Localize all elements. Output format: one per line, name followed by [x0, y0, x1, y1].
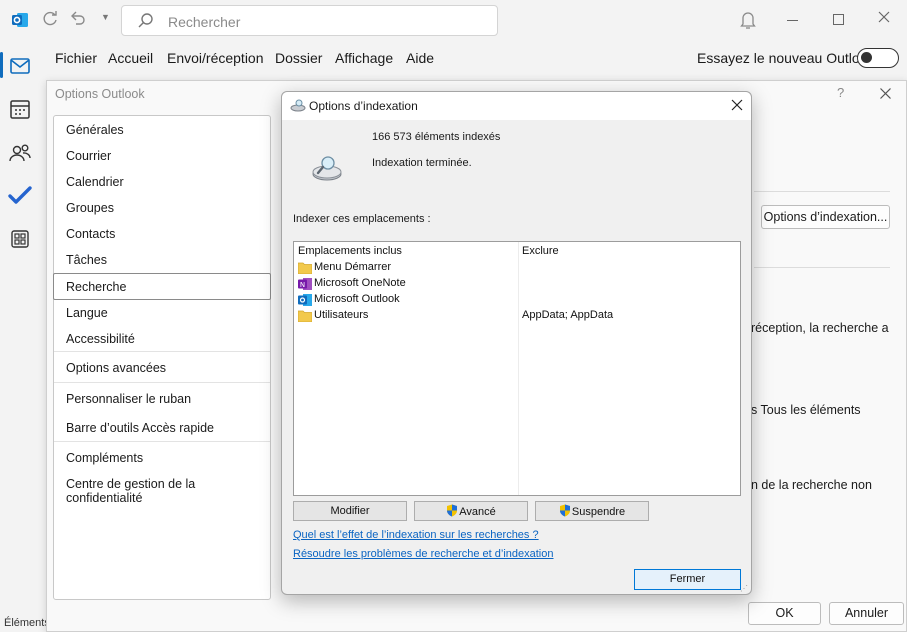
- modify-button-label: Modifier: [330, 505, 370, 517]
- options-close-icon[interactable]: [879, 87, 892, 103]
- maximize-icon[interactable]: [833, 14, 844, 25]
- category-quick-access[interactable]: Barre d’outils Accès rapide: [66, 421, 214, 435]
- locations-list[interactable]: Emplacements inclus Exclure Menu Démarre…: [293, 241, 741, 496]
- section-divider: [754, 191, 890, 192]
- menu-send-receive[interactable]: Envoi/réception: [167, 50, 264, 66]
- menu-folder[interactable]: Dossier: [275, 50, 322, 66]
- indexing-status-icon: [311, 153, 343, 186]
- category-language[interactable]: Langue: [66, 306, 108, 320]
- column-header-included[interactable]: Emplacements inclus: [298, 245, 402, 257]
- column-header-exclude[interactable]: Exclure: [522, 245, 559, 257]
- search-option-text: n de la recherche non: [751, 478, 872, 492]
- uac-shield-icon: [447, 504, 458, 517]
- indexing-dialog-title: Options d’indexation: [309, 99, 418, 113]
- category-separator: [54, 351, 270, 352]
- list-item-exclude: AppData; AppData: [522, 309, 614, 321]
- sync-icon[interactable]: [41, 9, 59, 32]
- category-search[interactable]: Recherche: [66, 280, 126, 294]
- list-item-name: Microsoft OneNote: [314, 277, 406, 289]
- onenote-icon: N: [298, 278, 312, 290]
- menu-file[interactable]: Fichier: [55, 50, 97, 66]
- category-advanced[interactable]: Options avancées: [66, 361, 166, 375]
- category-calendar[interactable]: Calendrier: [66, 175, 124, 189]
- category-groups[interactable]: Groupes: [66, 201, 114, 215]
- pause-button[interactable]: Suspendre: [535, 501, 649, 521]
- locations-label: Indexer ces emplacements :: [293, 213, 431, 225]
- resize-grip-icon[interactable]: ⋰: [740, 584, 748, 593]
- ok-button[interactable]: OK: [748, 602, 821, 625]
- search-box[interactable]: Rechercher: [121, 5, 498, 36]
- section-divider: [754, 267, 890, 268]
- svg-text:N: N: [300, 281, 305, 289]
- advanced-button-label: Avancé: [459, 506, 496, 518]
- indexed-count: 166 573 éléments indexés: [372, 131, 501, 143]
- advanced-button[interactable]: Avancé: [414, 501, 528, 521]
- folder-icon: [298, 310, 312, 322]
- bell-icon[interactable]: [739, 10, 757, 35]
- try-new-outlook-toggle[interactable]: [857, 48, 899, 68]
- try-new-outlook-label: Essayez le nouveau Outlook: [697, 50, 875, 66]
- list-item-name: Menu Démarrer: [314, 261, 392, 273]
- close-window-icon[interactable]: [877, 10, 891, 27]
- outlook-logo-icon: [11, 11, 29, 29]
- mail-icon[interactable]: [6, 52, 34, 80]
- todo-check-icon[interactable]: [6, 182, 34, 210]
- category-accessibility[interactable]: Accessibilité: [66, 332, 135, 346]
- category-general[interactable]: Générales: [66, 123, 124, 137]
- troubleshoot-link[interactable]: Résoudre les problèmes de recherche et d…: [293, 548, 554, 560]
- search-option-text: réception, la recherche a: [751, 321, 889, 335]
- help-icon[interactable]: ?: [837, 85, 844, 100]
- indexing-options-dialog: Options d’indexation 166 573 éléments in…: [281, 91, 752, 595]
- menu-home[interactable]: Accueil: [108, 50, 153, 66]
- list-item-name: Microsoft Outlook: [314, 293, 400, 305]
- category-separator: [54, 441, 270, 442]
- options-dialog-title: Options Outlook: [55, 87, 145, 101]
- menu-help[interactable]: Aide: [406, 50, 434, 66]
- search-option-text: s Tous les éléments: [751, 403, 861, 417]
- search-placeholder: Rechercher: [168, 14, 241, 30]
- calendar-icon[interactable]: [6, 95, 34, 123]
- category-separator: [54, 382, 270, 383]
- apps-icon[interactable]: [6, 225, 34, 253]
- indexing-app-icon: [290, 98, 306, 115]
- indexing-options-button[interactable]: Options d’indexation...: [761, 205, 890, 229]
- indexing-dialog-titlebar: Options d’indexation: [282, 92, 751, 120]
- indexing-effect-link[interactable]: Quel est l’effet de l’indexation sur les…: [293, 529, 539, 541]
- folder-icon: [298, 262, 312, 274]
- pause-button-label: Suspendre: [571, 506, 626, 518]
- category-trust-center[interactable]: Centre de gestion de la confidentialité: [66, 477, 270, 505]
- modify-button[interactable]: Modifier: [293, 501, 407, 521]
- list-item-name: Utilisateurs: [314, 309, 369, 321]
- menu-view[interactable]: Affichage: [335, 50, 393, 66]
- category-addins[interactable]: Compléments: [66, 451, 143, 465]
- rail-active-indicator: [0, 52, 3, 78]
- toggle-knob: [861, 52, 872, 63]
- search-icon: [137, 12, 155, 33]
- status-bar-text: Éléments: [4, 617, 50, 629]
- indexing-status: Indexation terminée.: [372, 157, 472, 169]
- category-tasks[interactable]: Tâches: [66, 253, 107, 267]
- cancel-button[interactable]: Annuler: [829, 602, 904, 625]
- minimize-icon[interactable]: [787, 20, 798, 21]
- category-mail[interactable]: Courrier: [66, 149, 111, 163]
- dropdown-chevron-icon[interactable]: ▼: [101, 12, 110, 22]
- uac-shield-icon: [559, 504, 570, 517]
- category-customize-ribbon[interactable]: Personnaliser le ruban: [66, 392, 191, 406]
- close-button[interactable]: Fermer: [634, 569, 741, 590]
- title-bar: ▼ Rechercher: [0, 0, 907, 42]
- category-contacts[interactable]: Contacts: [66, 227, 115, 241]
- people-icon[interactable]: [6, 139, 34, 167]
- column-divider: [518, 242, 519, 495]
- indexing-close-icon[interactable]: [731, 99, 743, 114]
- close-button-label: Fermer: [669, 573, 706, 585]
- undo-icon[interactable]: [69, 9, 87, 32]
- category-list: Générales Courrier Calendrier Groupes Co…: [53, 115, 271, 600]
- outlook-icon: [298, 294, 312, 306]
